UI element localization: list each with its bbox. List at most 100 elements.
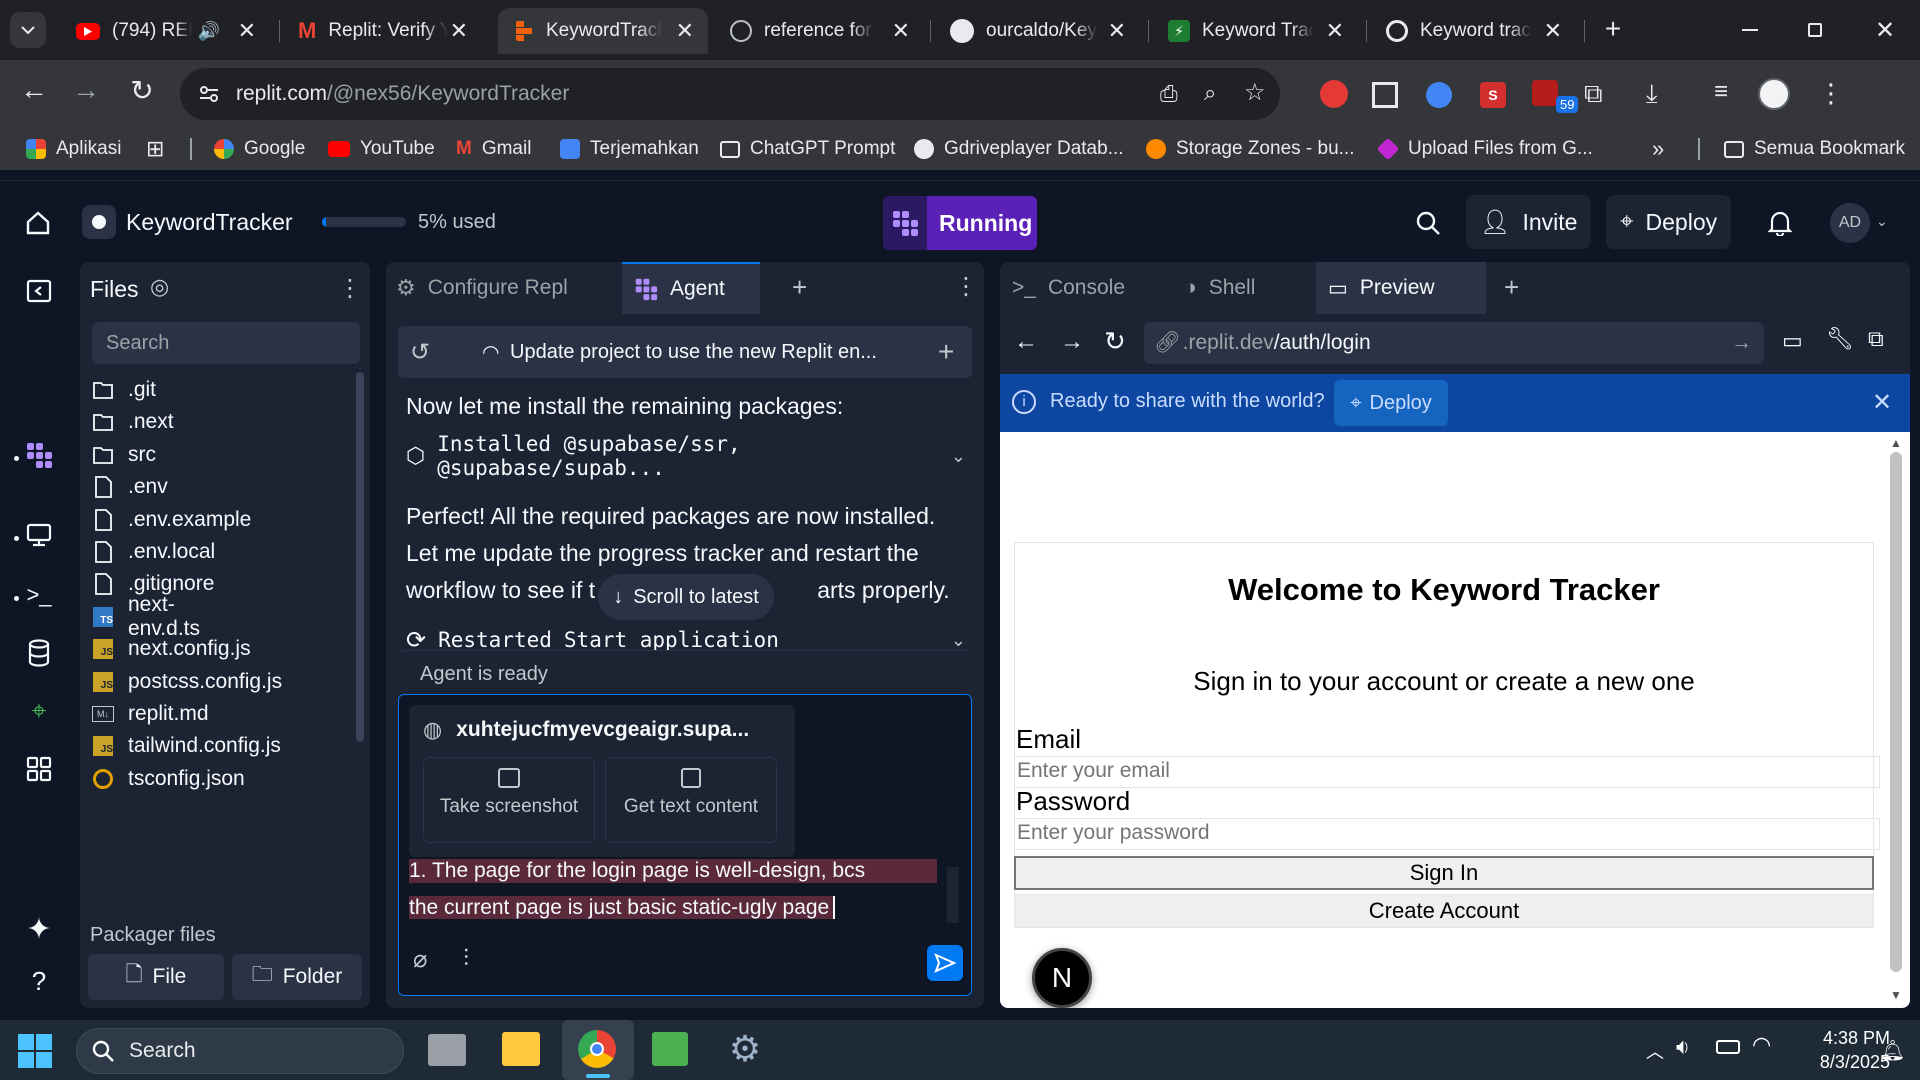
- bookmark-gdriveplayer[interactable]: Gdriveplayer Datab...: [914, 134, 1124, 164]
- show-hidden-icons[interactable]: ︿: [1646, 1038, 1664, 1064]
- panel-menu-icon[interactable]: ⋮: [954, 272, 978, 301]
- browser-tab-chatgpt[interactable]: Keyword track ✕: [1370, 8, 1576, 54]
- file-tree-item[interactable]: .env.local: [92, 534, 215, 570]
- bookmark-google[interactable]: Google: [214, 134, 305, 164]
- reload-icon[interactable]: ↻: [1104, 326, 1126, 357]
- bookmark-upload-files[interactable]: Upload Files from G...: [1376, 134, 1593, 164]
- close-tab-icon[interactable]: ✕: [1326, 18, 1344, 44]
- notifications-bell-icon[interactable]: [1762, 205, 1798, 241]
- files-menu-icon[interactable]: ⋮: [338, 274, 362, 303]
- volume-icon[interactable]: 🔉︎: [1676, 1034, 1690, 1060]
- scrollbar[interactable]: [356, 372, 364, 742]
- agent-icon[interactable]: [22, 438, 56, 472]
- close-window-button[interactable]: ✕: [1865, 14, 1905, 46]
- open-new-window-icon[interactable]: ⧉: [1868, 326, 1884, 352]
- more-bookmarks-icon[interactable]: »: [1652, 134, 1664, 164]
- file-tree-item[interactable]: .next: [92, 404, 174, 440]
- browser-tab-gmail[interactable]: M Replit: Verify Y ✕: [282, 8, 482, 54]
- close-banner-icon[interactable]: ✕: [1872, 388, 1892, 417]
- file-tree-item[interactable]: JS next.config.js: [92, 631, 251, 667]
- settings-sliders-icon[interactable]: ⫶: [463, 945, 469, 973]
- agent-input-box[interactable]: ◍ xuhtejucfmyevcgeaigr.supa... Take scre…: [398, 694, 972, 996]
- tab-agent[interactable]: Agent: [622, 262, 760, 314]
- user-avatar[interactable]: AD: [1830, 203, 1870, 243]
- checklist-icon[interactable]: ◎: [150, 274, 169, 300]
- input-scrollbar[interactable]: [947, 867, 959, 923]
- task-view-icon[interactable]: [428, 1034, 466, 1066]
- browser-tab-keyword[interactable]: ⚡ Keyword Track ✕: [1152, 8, 1358, 54]
- bookmark-star-icon[interactable]: ☆: [1244, 78, 1266, 107]
- preview-monitor-icon[interactable]: [22, 518, 56, 552]
- media-control-icon[interactable]: ≡: [1714, 78, 1728, 106]
- browser-tab-youtube[interactable]: (794) REIN 🔊 ✕: [60, 8, 270, 54]
- zoom-icon[interactable]: ⌕: [1204, 80, 1216, 106]
- file-explorer-icon[interactable]: [502, 1032, 540, 1066]
- installed-packages-row[interactable]: ⬡ Installed @supabase/ssr, @supabase/sup…: [406, 432, 966, 480]
- file-tree-item[interactable]: src: [92, 437, 156, 473]
- file-tree-item[interactable]: JS postcss.config.js: [92, 664, 282, 700]
- add-tab-icon[interactable]: +: [792, 272, 807, 303]
- agent-input-text[interactable]: 1. The page for the login page is well-d…: [409, 859, 937, 925]
- notification-bell-icon[interactable]: 🔔︎: [1880, 1038, 1905, 1063]
- browser-tab-reference[interactable]: reference for t ✕: [714, 8, 924, 54]
- clock[interactable]: 4:38 PM 8/3/2025: [1790, 1026, 1890, 1074]
- close-tab-icon[interactable]: ✕: [238, 18, 256, 44]
- close-tab-icon[interactable]: ✕: [1108, 18, 1126, 44]
- new-tab-button[interactable]: +: [1596, 12, 1630, 46]
- tab-search-button[interactable]: [10, 12, 46, 48]
- close-tab-icon[interactable]: ✕: [450, 18, 468, 44]
- tab-configure-repl[interactable]: ⚙ Configure Repl: [386, 262, 620, 314]
- kebab-menu-icon[interactable]: ⋮: [1818, 78, 1844, 109]
- tab-console[interactable]: >_ Console: [1000, 262, 1166, 314]
- chevron-down-icon[interactable]: ⌄: [1876, 213, 1888, 230]
- bookmark-translate[interactable]: Terjemahkan: [560, 134, 699, 164]
- address-bar[interactable]: replit.com/@nex56/KeywordTracker ⎙ ⌕ ☆: [180, 68, 1280, 120]
- all-bookmarks[interactable]: Semua Bookmark: [1724, 134, 1905, 164]
- create-account-button[interactable]: Create Account: [1014, 894, 1874, 928]
- bookmark-youtube[interactable]: YouTube: [328, 134, 435, 164]
- settings-gear-icon[interactable]: ⚙: [726, 1030, 764, 1068]
- run-status-button[interactable]: Running: [883, 196, 1037, 250]
- help-icon[interactable]: ?: [22, 964, 56, 998]
- project-name[interactable]: KeywordTracker: [126, 209, 293, 236]
- tab-preview[interactable]: ▭ Preview: [1316, 262, 1486, 314]
- file-tree-item[interactable]: M↓ replit.md: [92, 696, 209, 732]
- devtools-wrench-icon[interactable]: 🔧︎: [1826, 326, 1854, 352]
- reload-button[interactable]: ↻: [124, 72, 160, 108]
- download-icon[interactable]: ⤓: [1646, 78, 1658, 110]
- browser-tab-replit[interactable]: KeywordTrack ✕: [498, 8, 708, 54]
- attach-icon[interactable]: ⌀: [413, 945, 427, 974]
- forward-button[interactable]: →: [68, 72, 104, 108]
- deployments-icon[interactable]: ⌖: [22, 694, 56, 728]
- image-app-icon[interactable]: [652, 1032, 688, 1066]
- bookmark-gmail[interactable]: M Gmail: [456, 134, 531, 164]
- webpage-scrollbar[interactable]: [1890, 452, 1902, 972]
- qr-extension-icon[interactable]: [1372, 82, 1398, 108]
- file-tree-item[interactable]: JS tailwind.config.js: [92, 728, 281, 764]
- deploy-button[interactable]: ⌖ Deploy: [1606, 195, 1732, 249]
- tab-groups-icon[interactable]: ⊞: [146, 134, 164, 164]
- bookmark-chatgpt-prompt[interactable]: ChatGPT Prompt: [720, 134, 895, 164]
- battery-icon[interactable]: [1716, 1040, 1740, 1054]
- scroll-to-latest-button[interactable]: ↓ Scroll to latest: [598, 574, 774, 620]
- close-tab-icon[interactable]: ✕: [676, 18, 694, 44]
- password-input[interactable]: Enter your password: [1014, 818, 1880, 850]
- file-tree-item[interactable]: TS next-env.d.ts: [92, 593, 200, 640]
- browser-tab-github[interactable]: ourcaldo/Keyw ✕: [934, 8, 1140, 54]
- email-input[interactable]: Enter your email: [1014, 756, 1880, 788]
- new-folder-button[interactable]: 🗀 Folder: [232, 954, 362, 1000]
- files-search-input[interactable]: Search: [92, 322, 360, 364]
- nextjs-badge[interactable]: N: [1032, 948, 1092, 1008]
- minimize-button[interactable]: [1730, 14, 1770, 46]
- all-tools-grid-icon[interactable]: [22, 752, 56, 786]
- puzzle-extensions-icon[interactable]: ⧉: [1584, 78, 1603, 110]
- add-tab-icon[interactable]: +: [1504, 272, 1519, 303]
- home-icon[interactable]: [22, 207, 54, 239]
- new-thread-icon[interactable]: +: [938, 336, 954, 368]
- send-button[interactable]: [927, 945, 963, 981]
- take-screenshot-button[interactable]: Take screenshot: [423, 757, 595, 843]
- banner-deploy-button[interactable]: ⌖ Deploy: [1334, 380, 1448, 426]
- speaker-icon[interactable]: 🔊: [198, 21, 220, 42]
- arrow-right-icon[interactable]: →: [1731, 331, 1752, 355]
- seo-extension-icon[interactable]: S: [1480, 82, 1506, 108]
